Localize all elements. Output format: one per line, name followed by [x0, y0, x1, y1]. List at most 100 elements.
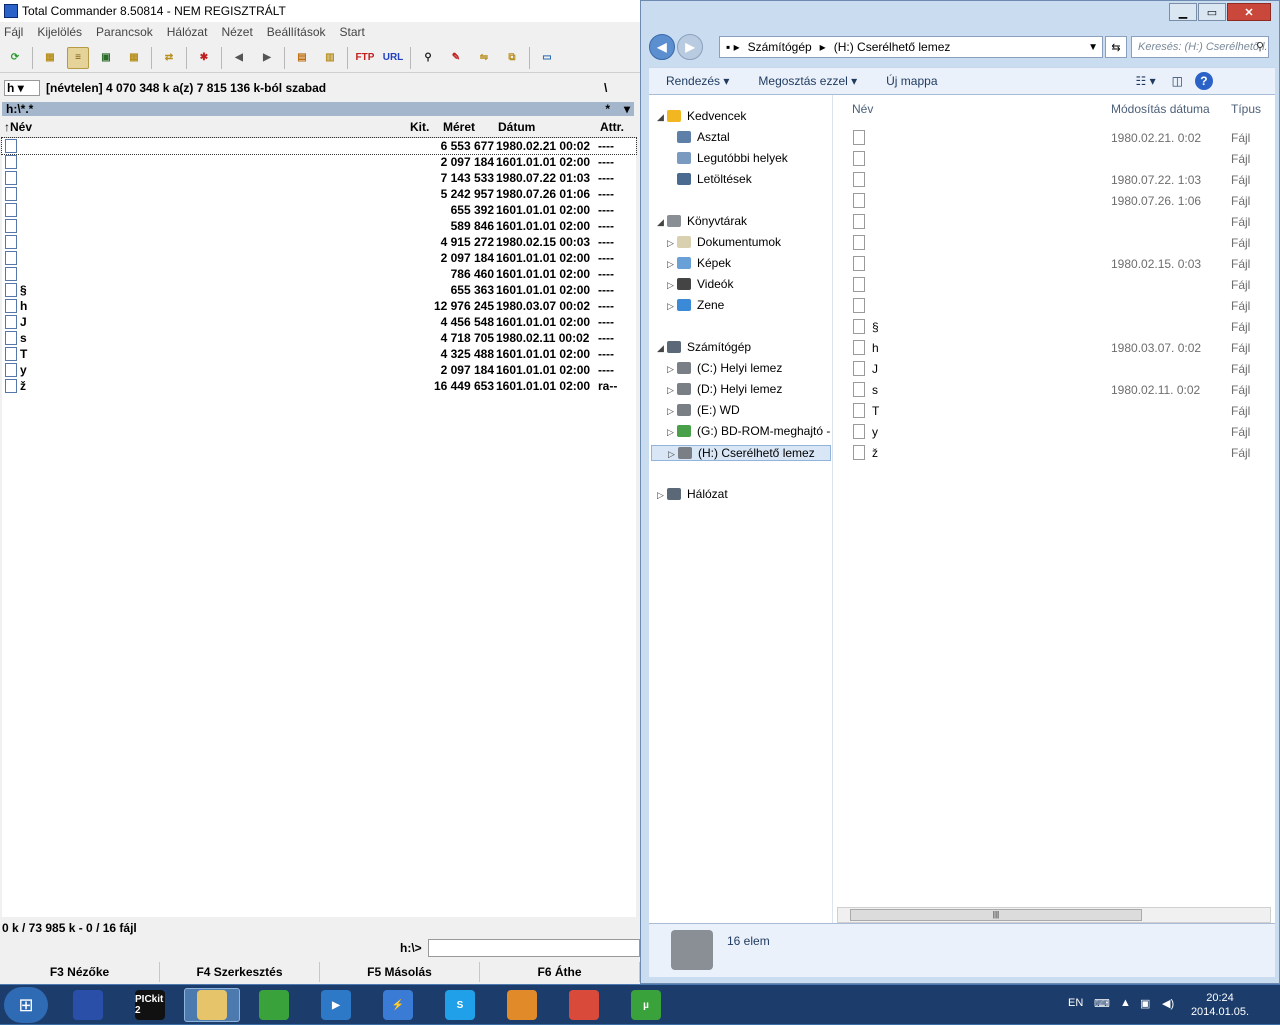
expand-arrow-icon[interactable]: ▷ [667, 301, 677, 312]
start-button[interactable]: ⊞ [4, 987, 48, 1023]
menu-view[interactable]: Nézet [221, 25, 252, 39]
file-row[interactable]: T Fájl [833, 400, 1275, 421]
view-options-icon[interactable]: ☷ ▾ [1136, 74, 1156, 88]
col-name[interactable]: ↑Név [4, 120, 32, 134]
nav-item[interactable]: ◢ Könyvtárak [657, 214, 747, 228]
help-icon[interactable]: ? [1194, 72, 1213, 90]
language-indicator[interactable]: EN [1068, 997, 1083, 1009]
lightning-app[interactable]: ⚡ [370, 988, 426, 1022]
file-row[interactable]: J 4 456 548 1601.01.01 02:00 ---- [2, 314, 636, 330]
expand-arrow-icon[interactable]: ▷ [667, 364, 677, 375]
forward-arrow-icon[interactable]: ▶ [256, 47, 278, 69]
utorrent-app[interactable]: µ [618, 988, 674, 1022]
f5-copy-button[interactable]: F5 Másolás [320, 962, 480, 982]
nav-item[interactable]: Letöltések [667, 172, 752, 186]
file-row[interactable]: 1980.02.21. 0:02 Fájl [833, 127, 1275, 148]
col-ext[interactable]: Kit. [410, 120, 429, 134]
file-row[interactable]: 2 097 184 1601.01.01 02:00 ---- [2, 154, 636, 170]
col-date-modified[interactable]: Módosítás dátuma [1111, 102, 1210, 116]
preview-pane-icon[interactable]: ◫ [1172, 74, 1183, 88]
refresh-icon[interactable]: ⟳ [4, 47, 26, 69]
horizontal-scrollbar[interactable]: ||| [837, 907, 1271, 923]
copy-names-icon[interactable]: ⧉ [501, 47, 523, 69]
invert-selection-icon[interactable]: ⇄ [158, 47, 180, 69]
file-row[interactable]: Fájl [833, 148, 1275, 169]
url-icon[interactable]: URL [382, 47, 404, 69]
f3-view-button[interactable]: F3 Nézőke [0, 962, 160, 982]
menu-network[interactable]: Hálózat [167, 25, 208, 39]
drive-selector[interactable]: h ▾ [4, 80, 40, 96]
multi-rename-icon[interactable]: ✎ [445, 47, 467, 69]
address-computer[interactable]: Számítógép [748, 40, 812, 54]
search-binoculars-icon[interactable]: ⚲ [417, 47, 439, 69]
file-row[interactable]: J Fájl [833, 358, 1275, 379]
expand-arrow-icon[interactable]: ▷ [657, 490, 667, 501]
col-date[interactable]: Dátum [498, 120, 535, 134]
volume-icon[interactable]: ◀) [1162, 997, 1174, 1010]
organize-button[interactable]: Rendezés ▾ [666, 74, 729, 88]
expand-arrow-icon[interactable]: ▷ [667, 385, 677, 396]
file-row[interactable]: 1980.07.26. 1:06 Fájl [833, 190, 1275, 211]
tree-view-icon[interactable]: ▦ [123, 47, 145, 69]
notepad-icon[interactable]: ▭ [536, 47, 558, 69]
thumbnail-view-icon[interactable]: ▣ [95, 47, 117, 69]
new-folder-button[interactable]: Új mappa [886, 74, 937, 88]
f6-move-button[interactable]: F6 Áthe [480, 962, 640, 982]
unpack-icon[interactable]: ▥ [319, 47, 341, 69]
nav-item[interactable]: ▷ Képek [667, 256, 731, 270]
scroll-thumb[interactable]: ||| [850, 909, 1142, 921]
command-input[interactable] [428, 939, 640, 957]
expand-arrow-icon[interactable]: ◢ [657, 343, 667, 354]
file-row[interactable]: ž Fájl [833, 442, 1275, 463]
f4-edit-button[interactable]: F4 Szerkesztés [160, 962, 320, 982]
close-button[interactable]: ✕ [1227, 3, 1271, 21]
current-path[interactable]: h:\*.* * ▾ [2, 102, 634, 116]
file-row[interactable]: 1980.07.22. 1:03 Fájl [833, 169, 1275, 190]
address-dropdown-icon[interactable]: ▼ [1088, 42, 1098, 53]
nav-item[interactable]: ▷ (G:) BD-ROM-meghajtó - [667, 424, 830, 438]
file-row[interactable]: h 1980.03.07. 0:02 Fájl [833, 337, 1275, 358]
col-type[interactable]: Típus [1231, 102, 1261, 116]
file-row[interactable]: 6 553 677 1980.02.21 00:02 ---- [1, 137, 637, 155]
menu-commands[interactable]: Parancsok [96, 25, 153, 39]
nav-item[interactable]: ▷ (D:) Helyi lemez [667, 382, 782, 396]
file-row[interactable]: 2 097 184 1601.01.01 02:00 ---- [2, 250, 636, 266]
nav-item[interactable]: ▷ Hálózat [657, 487, 728, 501]
file-row[interactable]: T 4 325 488 1601.01.01 02:00 ---- [2, 346, 636, 362]
col-name[interactable]: Név [852, 102, 873, 116]
nav-item[interactable]: ▷ Videók [667, 277, 733, 291]
pack-icon[interactable]: ▤ [291, 47, 313, 69]
compare-icon[interactable]: ✱ [193, 47, 215, 69]
file-row[interactable]: Fájl [833, 211, 1275, 232]
address-bar[interactable]: ▪ ▸ Számítógép ▸ (H:) Cserélhető lemez ▼ [719, 36, 1103, 58]
file-row[interactable]: h 12 976 245 1980.03.07 00:02 ---- [2, 298, 636, 314]
green-app[interactable] [246, 988, 302, 1022]
file-row[interactable]: s 1980.02.11. 0:02 Fájl [833, 379, 1275, 400]
network-tray-icon[interactable]: ▣ [1140, 997, 1150, 1010]
root-button[interactable]: \ [604, 81, 607, 95]
refresh-button[interactable]: ⇆ [1105, 36, 1127, 58]
menu-file[interactable]: Fájl [4, 25, 23, 39]
file-row[interactable]: Fájl [833, 295, 1275, 316]
menu-start[interactable]: Start [340, 25, 365, 39]
expand-arrow-icon[interactable]: ▷ [667, 427, 677, 438]
expand-arrow-icon[interactable]: ◢ [657, 217, 667, 228]
forward-button[interactable]: ▶ [677, 34, 703, 60]
menu-settings[interactable]: Beállítások [267, 25, 326, 39]
chrome-app[interactable] [556, 988, 612, 1022]
file-row[interactable]: § 655 363 1601.01.01 02:00 ---- [2, 282, 636, 298]
menu-select[interactable]: Kijelölés [37, 25, 82, 39]
filter-button[interactable]: * [605, 102, 610, 116]
share-with-button[interactable]: Megosztás ezzel ▾ [758, 74, 857, 88]
file-row[interactable]: 655 392 1601.01.01 02:00 ---- [2, 202, 636, 218]
nav-item[interactable]: ◢ Kedvencek [657, 109, 746, 123]
media-player-app[interactable]: ▶ [308, 988, 364, 1022]
file-row[interactable]: 1980.02.15. 0:03 Fájl [833, 253, 1275, 274]
search-icon[interactable]: ⚲ [1256, 40, 1264, 53]
col-attr[interactable]: Attr. [600, 120, 624, 134]
brief-view-icon[interactable]: ▦ [39, 47, 61, 69]
search-box[interactable]: Keresés: (H:) Cserélhető l... ⚲ [1131, 36, 1269, 58]
file-row[interactable]: y Fájl [833, 421, 1275, 442]
nav-item[interactable]: ◢ Számítógép [657, 340, 751, 354]
file-row[interactable]: § Fájl [833, 316, 1275, 337]
